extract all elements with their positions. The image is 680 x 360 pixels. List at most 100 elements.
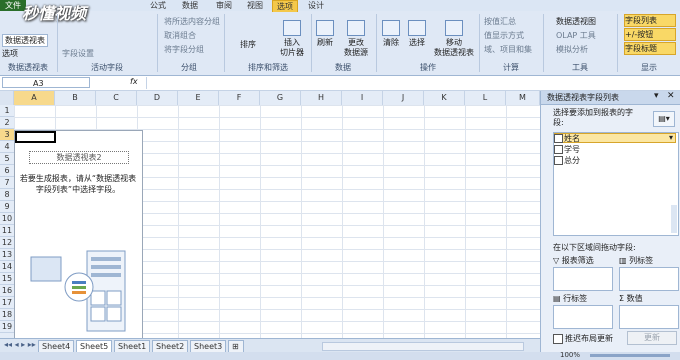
row-header[interactable]: 7 [0, 177, 14, 189]
row-labels-area[interactable] [553, 305, 613, 329]
tab-design[interactable]: 设计 [308, 0, 324, 11]
column-header-m[interactable]: M [506, 91, 540, 105]
field-dropdown-icon[interactable]: ▾ [669, 133, 673, 142]
refresh-button[interactable]: 刷新 [314, 20, 336, 48]
tab-options[interactable]: 选项 [272, 0, 298, 12]
column-header-f[interactable]: F [219, 91, 260, 105]
row-labels-text: 行标签 [563, 294, 588, 303]
row-header[interactable]: 9 [0, 201, 14, 213]
areas-prompt: 在以下区域间拖动字段: [553, 243, 636, 252]
group-label-show: 显示 [641, 63, 657, 72]
group-field-button[interactable]: 将字段分组 [164, 44, 204, 55]
report-filter-label: ▽ 报表筛选 [553, 255, 594, 266]
pane-dropdown-icon[interactable]: ▾ [654, 91, 659, 101]
row-header[interactable]: 8 [0, 189, 14, 201]
row-header[interactable]: 3 [0, 129, 14, 141]
olap-tools-button[interactable]: OLAP 工具 [556, 30, 596, 41]
column-header-h[interactable]: H [301, 91, 342, 105]
defer-update-checkbox[interactable] [553, 334, 563, 344]
row-header[interactable]: 16 [0, 285, 14, 297]
field-item-total[interactable]: 总分 [554, 155, 580, 165]
insert-slicer-button[interactable]: 插入 切片器 [278, 20, 306, 58]
pivot-name-input[interactable]: 数据透视表 [2, 34, 48, 47]
row-header[interactable]: 2 [0, 117, 14, 129]
column-header-k[interactable]: K [424, 91, 465, 105]
field-list-toggle[interactable]: 字段列表 [624, 14, 676, 27]
column-labels-area[interactable] [619, 267, 679, 291]
column-header-i[interactable]: I [342, 91, 383, 105]
row-header[interactable]: 18 [0, 309, 14, 321]
row-header[interactable]: 15 [0, 273, 14, 285]
select-all-corner[interactable] [0, 91, 14, 105]
column-header-l[interactable]: L [465, 91, 506, 105]
fields-items-sets-button[interactable]: 域、项目和集 [484, 44, 532, 55]
tab-view[interactable]: 视图 [247, 0, 263, 11]
field-checkbox[interactable] [554, 156, 563, 165]
column-header-j[interactable]: J [383, 91, 424, 105]
column-header-b[interactable]: B [55, 91, 96, 105]
move-pivot-button[interactable]: 移动 数据透视表 [432, 20, 476, 58]
column-header-g[interactable]: G [260, 91, 301, 105]
pivot-table-placeholder[interactable]: 数据透视表2 若要生成报表，请从“数据透视表字段列表”中选择字段。 [14, 130, 143, 340]
row-header[interactable]: 17 [0, 297, 14, 309]
report-filter-area[interactable] [553, 267, 613, 291]
row-header[interactable]: 12 [0, 237, 14, 249]
row-header[interactable]: 1 [0, 105, 14, 117]
row-header[interactable]: 5 [0, 153, 14, 165]
row-header[interactable]: 13 [0, 249, 14, 261]
layout-options-button[interactable]: ▤▾ [653, 111, 675, 127]
pivot-options-button[interactable]: 选项 [2, 48, 18, 59]
group-label-data: 数据 [335, 63, 351, 72]
fx-icon[interactable]: fx [130, 77, 138, 86]
what-if-button[interactable]: 模拟分析 [556, 44, 588, 55]
summarize-values-button[interactable]: 按值汇总 [484, 16, 516, 27]
column-header-a[interactable]: A [14, 91, 55, 105]
tab-review[interactable]: 审阅 [216, 0, 232, 11]
row-header[interactable]: 11 [0, 225, 14, 237]
column-header-e[interactable]: E [178, 91, 219, 105]
field-label: 姓名 [564, 134, 580, 143]
update-button[interactable]: 更新 [627, 331, 677, 345]
name-box[interactable]: A3 [2, 77, 90, 88]
row-header[interactable]: 10 [0, 213, 14, 225]
values-text: 数值 [626, 294, 643, 303]
clear-button[interactable]: 清除 [380, 20, 402, 48]
field-list-scrollbar[interactable] [671, 205, 677, 233]
close-icon[interactable]: ✕ [667, 91, 675, 101]
column-header-d[interactable]: D [137, 91, 178, 105]
row-header[interactable]: 19 [0, 321, 14, 333]
ungroup-button[interactable]: 取消组合 [164, 30, 196, 41]
group-selection-button[interactable]: 将所选内容分组 [164, 16, 220, 27]
column-header-c[interactable]: C [96, 91, 137, 105]
field-checkbox[interactable] [554, 134, 563, 143]
select-button[interactable]: 选择 [406, 20, 428, 48]
divider [224, 14, 225, 72]
field-item-student-id[interactable]: 学号 [554, 144, 580, 154]
pivotchart-button[interactable]: 数据透视图 [556, 16, 596, 27]
formula-input[interactable] [146, 77, 677, 89]
values-area[interactable] [619, 305, 679, 329]
show-values-as-button[interactable]: 值显示方式 [484, 30, 524, 41]
zoom-slider[interactable] [590, 354, 670, 357]
row-header[interactable]: 6 [0, 165, 14, 177]
field-headers-toggle[interactable]: 字段标题 [624, 42, 676, 55]
defer-update-label: 推迟布局更新 [565, 334, 613, 343]
plus-minus-buttons-toggle[interactable]: +/-按钮 [624, 28, 676, 41]
sort-button[interactable]: 排序 [240, 40, 256, 50]
sheet-nav-arrows[interactable]: ◂◂ ◂ ▸ ▸▸ [4, 340, 36, 349]
values-label: Σ 数值 [619, 293, 643, 304]
change-source-button[interactable]: 更改 数据源 [340, 20, 372, 58]
tab-formulas[interactable]: 公式 [150, 0, 166, 11]
row-header[interactable]: 4 [0, 141, 14, 153]
active-cell [15, 131, 56, 143]
clear-icon [382, 20, 400, 36]
tab-data[interactable]: 数据 [182, 0, 198, 11]
column-labels-label: ▥ 列标签 [619, 255, 653, 266]
pane-title: 数据透视表字段列表 [547, 93, 619, 102]
group-label-sort-filter: 排序和筛选 [248, 63, 288, 72]
field-settings-button[interactable]: 字段设置 [62, 48, 94, 59]
row-header[interactable]: 14 [0, 261, 14, 273]
field-checkbox[interactable] [554, 145, 563, 154]
horizontal-scrollbar[interactable] [322, 342, 524, 351]
field-item-name[interactable]: 姓名 [554, 133, 580, 143]
